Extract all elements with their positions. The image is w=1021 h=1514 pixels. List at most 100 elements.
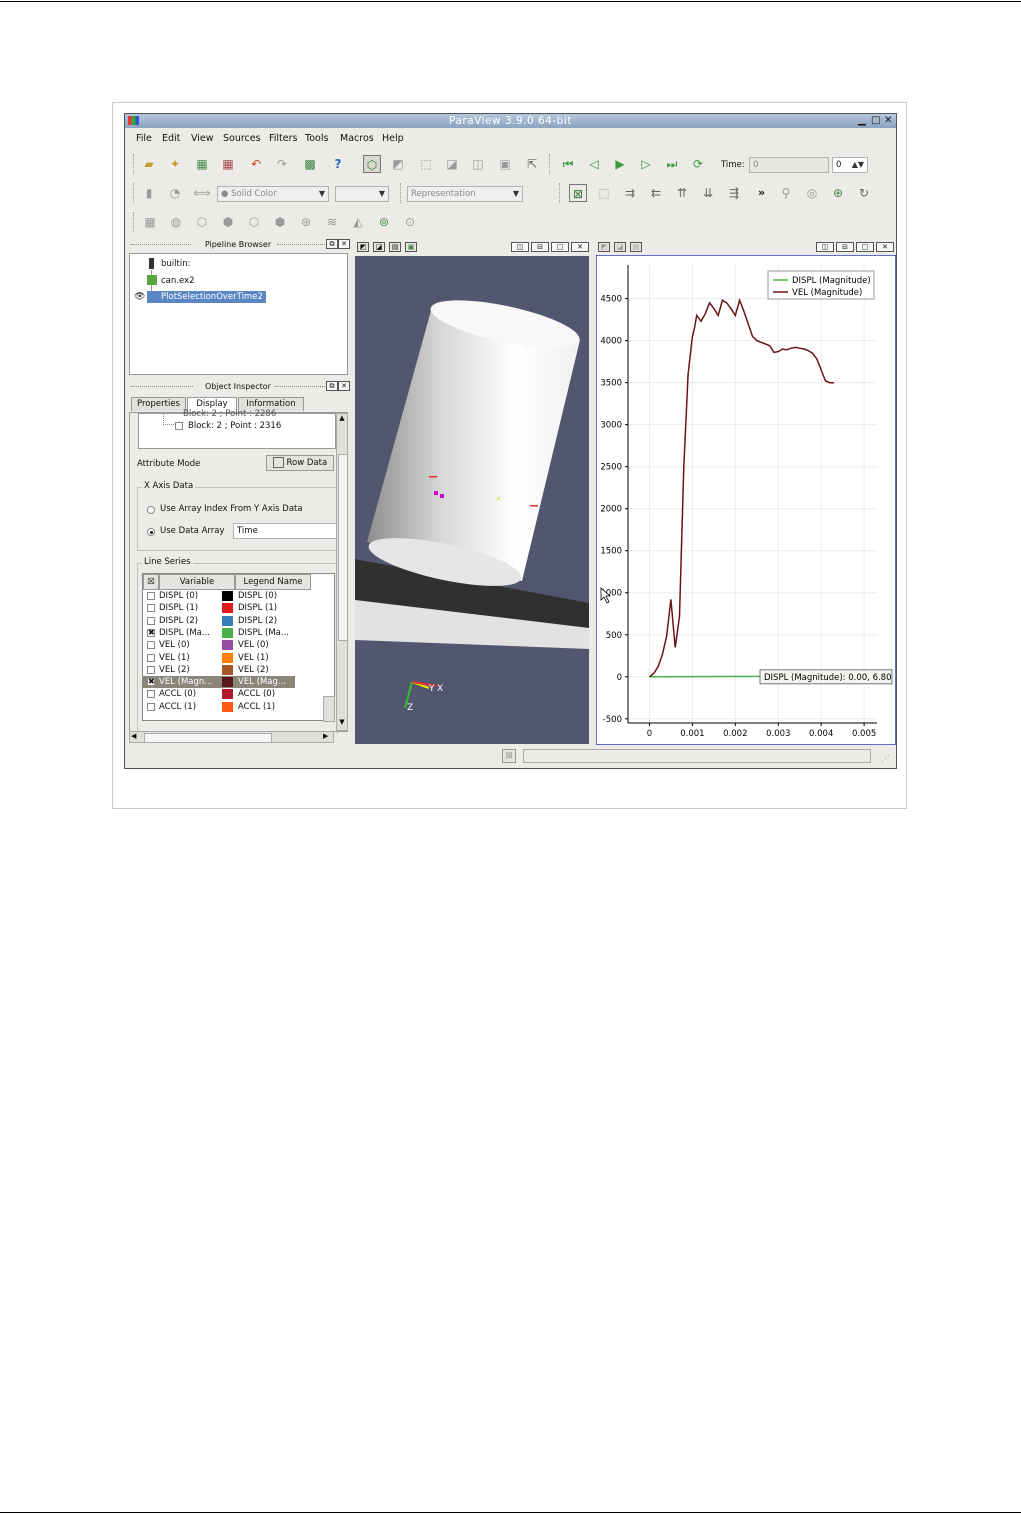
reset-center-icon[interactable]: ◎ (803, 184, 821, 202)
split-horizontal-icon[interactable]: ◫ (511, 242, 529, 252)
coloring-select[interactable]: ● Solid Color ▼ (217, 186, 329, 202)
extract-subset-icon[interactable]: ⬢ (271, 213, 289, 231)
table-row[interactable]: ACCL (1) ACCL (1) (143, 701, 333, 713)
menu-sources[interactable]: Sources (223, 133, 261, 144)
series-table-scrollbar[interactable] (323, 696, 335, 722)
split-vertical-icon[interactable]: ⊟ (531, 242, 549, 252)
series-checkbox[interactable] (147, 690, 155, 699)
hover-points-icon[interactable]: ⇱ (523, 155, 541, 173)
series-color-swatch[interactable] (222, 591, 233, 601)
view-plus-x-icon[interactable]: ⇉ (621, 184, 639, 202)
close-view-icon[interactable]: ✕ (571, 242, 589, 252)
series-legend-name[interactable]: VEL (1) (238, 653, 269, 663)
series-checkbox[interactable] (147, 616, 155, 625)
toolbar-grip[interactable] (133, 154, 137, 174)
close-view-icon[interactable]: ✕ (876, 242, 894, 252)
last-frame-icon[interactable]: ⏭ (663, 155, 681, 173)
close-panel-icon[interactable]: ✕ (338, 239, 350, 249)
view-settings-icon[interactable]: ▣ (405, 242, 417, 252)
table-row[interactable]: VEL (0) VEL (0) (143, 639, 333, 651)
float-panel-icon[interactable]: ⧉ (326, 239, 338, 249)
menu-macros[interactable]: Macros (340, 133, 374, 144)
rotate-icon[interactable]: ↻ (855, 184, 873, 202)
representation-select[interactable]: Representation ▼ (407, 186, 523, 202)
series-legend-name[interactable]: DISPL (0) (238, 591, 277, 601)
menu-filters[interactable]: Filters (269, 133, 297, 144)
table-row[interactable]: VEL (1) VEL (1) (143, 652, 333, 664)
table-row[interactable]: ✖ DISPL (Ma... DISPL (Ma... (143, 627, 333, 639)
split-horizontal-icon[interactable]: ◫ (816, 242, 834, 252)
series-color-swatch[interactable] (222, 615, 233, 626)
series-legend-name[interactable]: VEL (Mag... (238, 677, 286, 687)
legend-column-header[interactable]: Legend Name (235, 574, 311, 590)
series-color-swatch[interactable] (222, 701, 233, 712)
menu-file[interactable]: File (136, 133, 152, 144)
interact-icon[interactable]: ⬡ (363, 155, 381, 173)
menu-edit[interactable]: Edit (162, 133, 180, 144)
block-tree-item[interactable]: Block: 2 ; Point : 2316 (188, 421, 281, 431)
table-row[interactable]: DISPL (0) DISPL (0) (143, 590, 333, 602)
clip-icon[interactable]: ⬡ (193, 213, 211, 231)
table-row[interactable]: DISPL (2) DISPL (2) (143, 615, 333, 627)
radio-data-array-label[interactable]: Use Data Array (160, 526, 224, 536)
check-all-header[interactable]: ☒ (143, 574, 159, 590)
table-row[interactable]: ✖ VEL (Magn... VEL (Mag... (143, 676, 295, 689)
series-legend-name[interactable]: DISPL (2) (238, 616, 277, 626)
radio-array-index-label[interactable]: Use Array Index From Y Axis Data (160, 504, 303, 514)
maximize-view-icon[interactable]: □ (856, 242, 874, 252)
horizontal-scrollbar[interactable]: ◀ ▶ (129, 731, 334, 743)
capture-icon[interactable]: ◩ (357, 242, 369, 252)
zoom-to-data-icon[interactable]: ⬚ (595, 184, 613, 202)
toolbar-grip[interactable] (133, 212, 137, 232)
series-color-swatch[interactable] (222, 664, 233, 675)
series-color-swatch[interactable] (222, 603, 233, 614)
select-points-icon[interactable]: ⬚ (417, 155, 435, 173)
table-row[interactable]: ACCL (0) ACCL (0) (143, 688, 333, 700)
scroll-down-icon[interactable]: ▼ (337, 718, 347, 730)
camera-icon[interactable]: ▤ (630, 242, 642, 252)
visibility-eye-icon[interactable]: 👁 (134, 292, 145, 302)
series-legend-name[interactable]: DISPL (Ma... (238, 628, 289, 638)
connect-icon[interactable]: ▦ (193, 155, 211, 173)
spin-arrows-icon[interactable]: ▲▼ (852, 158, 864, 172)
previous-frame-icon[interactable]: ◁ (585, 155, 603, 173)
series-legend-name[interactable]: VEL (2) (238, 665, 269, 675)
calculator-icon[interactable]: ▦ (141, 213, 159, 231)
maximize-view-icon[interactable]: □ (551, 242, 569, 252)
pipeline-item-builtin[interactable]: builtin: (161, 259, 190, 269)
radio-array-index[interactable] (147, 506, 155, 514)
split-vertical-icon[interactable]: ⊟ (836, 242, 854, 252)
series-checkbox[interactable] (147, 592, 155, 600)
save-state-icon[interactable]: ✦ (166, 155, 184, 173)
select-blocks-icon[interactable]: ▣ (496, 155, 514, 173)
edit-color-map-icon[interactable]: ◔ (166, 184, 184, 202)
select-cells-icon[interactable]: ◩ (389, 155, 407, 173)
loop-icon[interactable]: ⟳ (689, 155, 707, 173)
float-panel-icon[interactable]: ⧉ (326, 381, 338, 391)
series-color-swatch[interactable] (222, 640, 233, 651)
close-icon[interactable]: ✕ (884, 115, 892, 126)
toggle-color-legend-icon[interactable]: ▮ (140, 184, 158, 202)
radio-data-array[interactable] (147, 528, 155, 536)
time-value-field[interactable]: 0 (749, 157, 829, 173)
toolbar-grip[interactable] (400, 183, 404, 203)
series-checkbox[interactable] (147, 702, 155, 711)
series-color-swatch[interactable] (222, 677, 233, 688)
capture-icon[interactable]: ◩ (598, 242, 610, 252)
play-icon[interactable]: ▶ (611, 155, 629, 173)
title-bar[interactable]: ParaView 3.9.0 64-bit ▁ □ ✕ (125, 114, 896, 128)
stream-tracer-icon[interactable]: ≋ (323, 213, 341, 231)
select-frustum-points-icon[interactable]: ◫ (469, 155, 487, 173)
threshold-icon[interactable]: ⬡ (245, 213, 263, 231)
tab-properties[interactable]: Properties (131, 397, 186, 411)
view-options-icon[interactable]: ◪ (373, 242, 385, 252)
table-row[interactable]: VEL (2) VEL (2) (143, 664, 333, 676)
block-checkbox[interactable] (175, 422, 183, 430)
time-index-spinbox[interactable]: 0 ▲▼ (832, 157, 868, 173)
first-frame-icon[interactable]: ⏮ (559, 155, 577, 173)
undo-icon[interactable]: ↶ (247, 155, 265, 173)
series-checkbox[interactable] (147, 641, 155, 650)
next-frame-icon[interactable]: ▷ (637, 155, 655, 173)
extract-level-icon[interactable]: ⊙ (401, 213, 419, 231)
series-color-swatch[interactable] (222, 627, 233, 638)
